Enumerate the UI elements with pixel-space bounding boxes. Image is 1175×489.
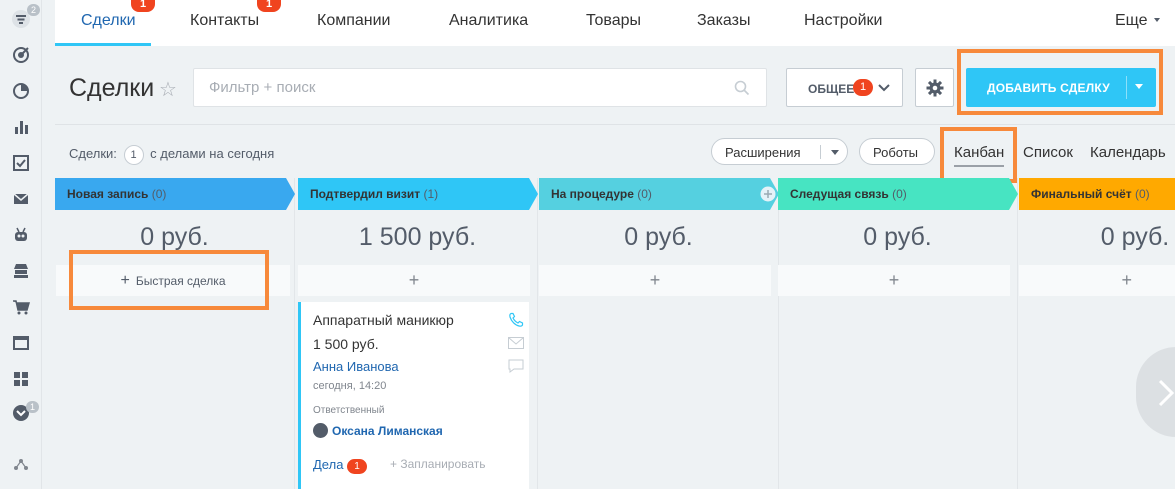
search-input[interactable] [194,69,714,106]
gear-icon [926,79,943,96]
column-add-button[interactable]: + [778,265,1010,296]
mail-icon[interactable] [508,337,524,349]
add-stage-icon[interactable] [760,186,776,202]
apps-icon[interactable] [10,368,32,390]
target-icon[interactable] [10,44,32,66]
mail-icon[interactable] [10,188,32,210]
add-deal-button[interactable]: ДОБАВИТЬ СДЕЛКУ [966,68,1156,107]
tasks-badge: 1 [347,459,368,474]
search-box[interactable] [193,68,767,107]
page-title: Сделки [69,74,155,102]
sitemap-icon[interactable] [10,453,32,475]
column-header-body: Подтвердил визит (1) [298,178,529,210]
rail-bottom-badge: 1 [26,401,40,413]
column-sum: 0 руб. [140,223,209,251]
nav-more[interactable]: Еще [1115,12,1161,30]
deals-counter: Сделки: 1 с делами на сегодня [69,145,274,165]
column-sum: 1 500 руб. [358,223,477,251]
nav-settings[interactable]: Настройки [804,12,882,30]
add-deal-dropdown-arrow[interactable] [1135,84,1143,89]
nav-contacts[interactable]: Контакты [190,12,259,30]
nav-companies[interactable]: Компании [317,12,391,30]
responsible-label: Ответственный [313,405,385,416]
column-header-body: Финальный счёт (0) [1019,178,1175,210]
nav-deals-badge: 1 [131,0,155,12]
general-badge: 1 [853,79,873,96]
column-header-tip [286,178,295,210]
plan-link[interactable]: + Запланировать [390,457,486,471]
extensions-dropdown-arrow[interactable] [831,150,839,155]
column-sum: 0 руб. [624,223,693,251]
robots-button[interactable]: Роботы [859,138,935,165]
bar-chart-icon[interactable] [10,116,32,138]
chat-icon[interactable] [508,359,524,373]
column-header-tip [529,178,538,210]
clock-icon[interactable] [10,80,32,102]
kanban-column: На процедуре (0) 0 руб. + [539,178,779,489]
extensions-button[interactable]: Расширения [711,138,848,165]
column-header-tip [1009,178,1018,210]
counter-value[interactable]: 1 [123,145,144,165]
column-sum: 0 руб. [863,223,932,251]
nav-analytics[interactable]: Аналитика [449,12,528,30]
column-header-body: Следущая связь (0) [778,178,1009,210]
robot-icon[interactable] [10,224,32,246]
more-chevron-icon [1154,18,1161,22]
kanban-highlight [940,127,1017,183]
chevron-right-icon [1158,379,1174,407]
nav-orders[interactable]: Заказы [697,12,750,30]
deal-title[interactable]: Аппаратный маникюр [313,312,454,328]
star-icon[interactable]: ☆ [159,77,177,102]
window-icon[interactable] [10,332,32,354]
checklist-icon[interactable] [10,152,32,174]
kanban-column: Следущая связь (0) 0 руб. + [778,178,1018,489]
kanban-column: Финальный счёт (0) 0 руб. + [1019,178,1175,489]
column-header-body: На процедуре (0) [539,178,770,210]
extensions-separator [820,145,821,159]
shop-icon[interactable] [10,260,32,282]
quick-deal-highlight [69,250,269,310]
deal-card[interactable]: Аппаратный маникюр 1 500 руб. Анна Ивано… [298,302,529,489]
nav-active-underline [55,43,151,46]
column-header-body: Новая запись (0) [55,178,286,210]
settings-button[interactable] [915,68,954,107]
column-header[interactable]: На процедуре (0) [539,178,779,210]
cart-icon[interactable] [10,296,32,318]
search-icon[interactable] [734,80,750,96]
add-deal-separator [1126,76,1127,99]
column-header[interactable]: Финальный счёт (0) [1019,178,1175,210]
deal-contact[interactable]: Анна Иванова [313,359,399,374]
kanban-column: Новая запись (0) 0 руб. [55,178,295,489]
rail-top-badge: 2 [27,4,41,16]
nav-products[interactable]: Товары [586,12,641,30]
nav-contacts-badge: 1 [257,0,281,12]
column-header[interactable]: Подтвердил визит (1) [298,178,538,210]
nav-deals[interactable]: Сделки [81,12,136,30]
general-button[interactable]: ОБЩЕЕ 1 [786,68,903,107]
deal-date: сегодня, 14:20 [313,380,387,392]
column-add-button[interactable]: + [539,265,771,296]
avatar [313,423,328,438]
phone-icon[interactable] [508,312,524,328]
header-divider [55,124,1175,125]
chevron-down-icon [878,84,890,92]
column-header[interactable]: Новая запись (0) [55,178,295,210]
column-header[interactable]: Следущая связь (0) [778,178,1018,210]
column-sum: 0 руб. [1100,223,1170,251]
deal-price: 1 500 руб. [313,336,379,352]
left-rail: 2 1 [0,0,42,489]
column-add-button[interactable]: + [1019,265,1175,296]
column-add-button[interactable]: + [298,265,530,296]
view-tab-calendar[interactable]: Календарь [1090,144,1166,161]
view-tab-list[interactable]: Список [1023,144,1073,161]
tasks-link[interactable]: Дела 1 [313,457,368,474]
responsible-user[interactable]: Оксана Лиманская [313,423,443,438]
